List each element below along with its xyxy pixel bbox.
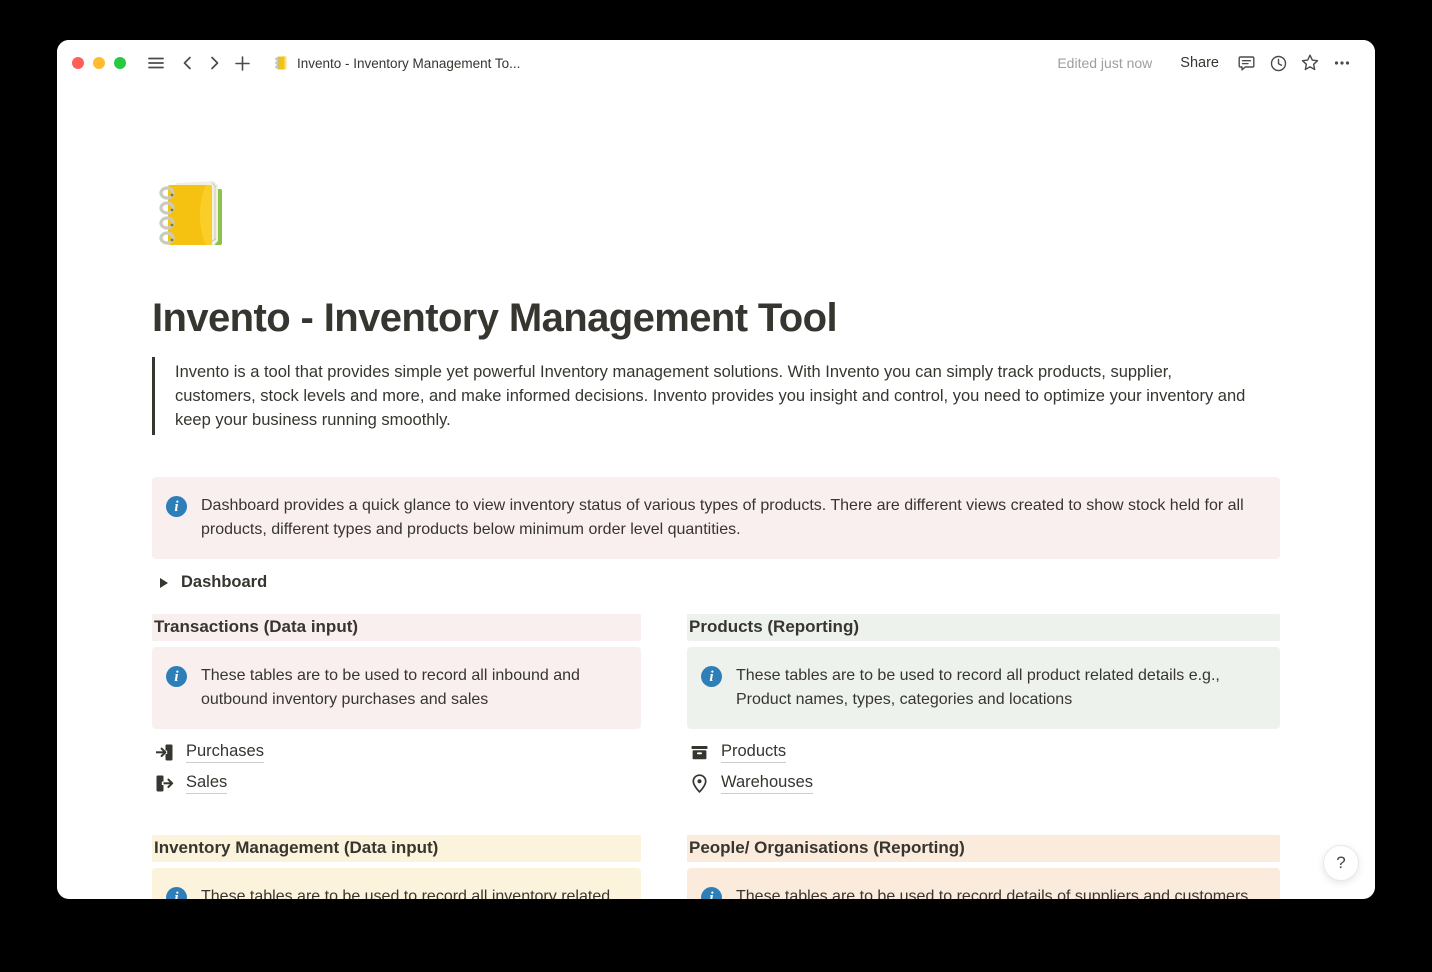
section-callout-text: These tables are to be used to record al… xyxy=(736,664,1264,712)
link-products[interactable]: Products xyxy=(687,737,788,768)
link-label: Sales xyxy=(186,773,227,794)
dashboard-toggle-label: Dashboard xyxy=(181,573,267,592)
updates-clock-icon[interactable] xyxy=(1265,50,1291,76)
back-icon[interactable] xyxy=(175,50,201,76)
page-icon-notebook[interactable] xyxy=(152,175,236,253)
sidebar-menu-icon[interactable] xyxy=(143,50,169,76)
location-pin-icon xyxy=(689,773,710,794)
share-button[interactable]: Share xyxy=(1172,51,1227,75)
comments-icon[interactable] xyxy=(1233,50,1259,76)
app-window: Invento - Inventory Management To... Edi… xyxy=(57,40,1375,899)
section-products: Products (Reporting) i These tables are … xyxy=(687,614,1280,799)
section-people-organisations: People/ Organisations (Reporting) i Thes… xyxy=(687,835,1280,899)
favorite-star-icon[interactable] xyxy=(1297,50,1323,76)
section-callout-text: These tables are to be used to record al… xyxy=(201,664,625,712)
edited-status: Edited just now xyxy=(1057,55,1152,71)
section-heading: People/ Organisations (Reporting) xyxy=(687,835,1280,862)
zoom-window-button[interactable] xyxy=(114,57,126,69)
section-grid: Transactions (Data input) i These tables… xyxy=(152,614,1280,899)
enter-door-icon xyxy=(154,742,175,763)
dashboard-toggle[interactable]: Dashboard xyxy=(152,569,269,596)
close-window-button[interactable] xyxy=(72,57,84,69)
dashboard-callout-text: Dashboard provides a quick glance to vie… xyxy=(201,494,1264,542)
new-tab-icon[interactable] xyxy=(229,50,255,76)
page-title: Invento - Inventory Management Tool xyxy=(152,296,1280,340)
info-icon: i xyxy=(166,666,187,687)
toggle-triangle-icon[interactable] xyxy=(160,578,168,588)
titlebar: Invento - Inventory Management To... Edi… xyxy=(57,40,1375,86)
link-sales[interactable]: Sales xyxy=(152,768,229,799)
section-transactions: Transactions (Data input) i These tables… xyxy=(152,614,641,799)
page-body: Invento - Inventory Management Tool Inve… xyxy=(152,86,1280,899)
card-box-icon xyxy=(689,742,710,763)
more-ellipsis-icon[interactable] xyxy=(1329,50,1355,76)
info-icon: i xyxy=(701,887,722,899)
info-icon: i xyxy=(166,496,187,517)
link-label: Products xyxy=(721,742,786,763)
section-heading: Transactions (Data input) xyxy=(152,614,641,641)
tab-notebook-icon xyxy=(273,55,289,71)
section-callout: i These tables are to be used to record … xyxy=(687,868,1280,899)
section-callout: i These tables are to be used to record … xyxy=(152,647,641,729)
info-icon: i xyxy=(166,887,187,899)
section-heading: Inventory Management (Data input) xyxy=(152,835,641,862)
traffic-lights xyxy=(66,57,126,69)
section-callout: i These tables are to be used to record … xyxy=(152,868,641,899)
section-callout-text: These tables are to be used to record al… xyxy=(201,885,625,899)
section-callout: i These tables are to be used to record … xyxy=(687,647,1280,729)
minimize-window-button[interactable] xyxy=(93,57,105,69)
exit-door-icon xyxy=(154,773,175,794)
info-icon: i xyxy=(701,666,722,687)
tab-title: Invento - Inventory Management To... xyxy=(297,56,520,71)
link-label: Warehouses xyxy=(721,773,813,794)
section-heading: Products (Reporting) xyxy=(687,614,1280,641)
section-inventory-management: Inventory Management (Data input) i Thes… xyxy=(152,835,641,899)
link-warehouses[interactable]: Warehouses xyxy=(687,768,815,799)
forward-icon[interactable] xyxy=(201,50,227,76)
link-purchases[interactable]: Purchases xyxy=(152,737,266,768)
dashboard-callout: i Dashboard provides a quick glance to v… xyxy=(152,477,1280,559)
section-callout-text: These tables are to be used to record de… xyxy=(736,885,1248,899)
intro-quote: Invento is a tool that provides simple y… xyxy=(152,357,1257,435)
current-tab[interactable]: Invento - Inventory Management To... xyxy=(273,55,520,71)
help-button[interactable]: ? xyxy=(1323,845,1359,881)
link-label: Purchases xyxy=(186,742,264,763)
